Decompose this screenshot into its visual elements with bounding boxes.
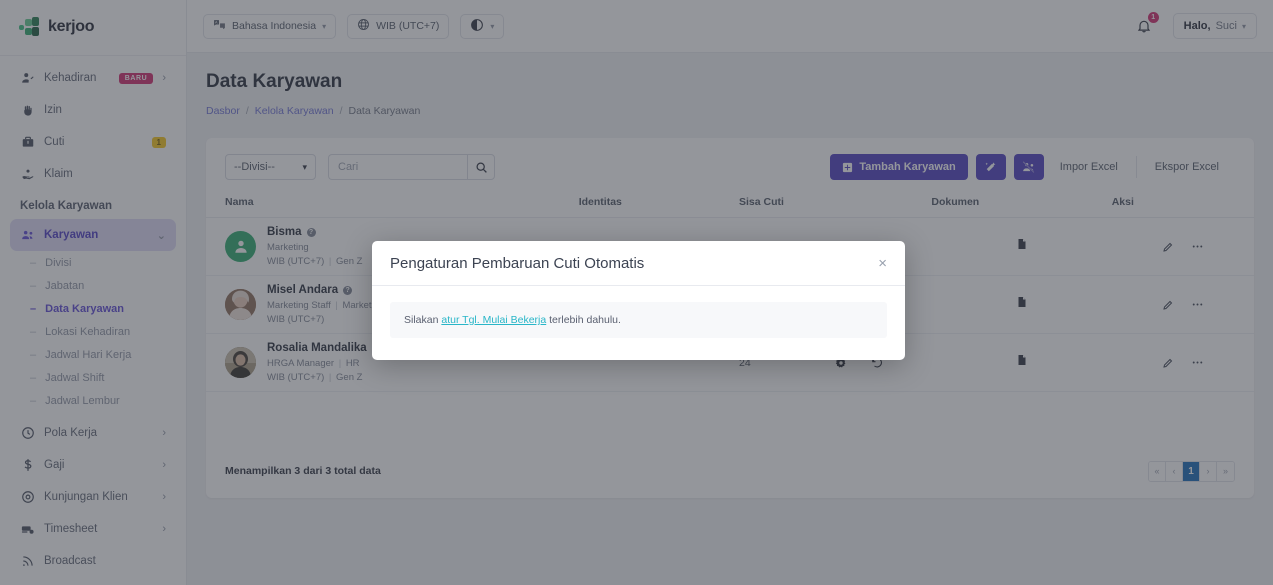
auto-leave-settings-modal: Pengaturan Pembaruan Cuti Otomatis × Sil…: [372, 241, 905, 360]
modal-header: Pengaturan Pembaruan Cuti Otomatis ×: [372, 241, 905, 286]
modal-title: Pengaturan Pembaruan Cuti Otomatis: [390, 255, 645, 272]
info-alert: Silakan atur Tgl. Mulai Bekerja terlebih…: [390, 302, 887, 338]
close-icon[interactable]: ×: [878, 256, 887, 271]
modal-body: Silakan atur Tgl. Mulai Bekerja terlebih…: [372, 286, 905, 360]
alert-suffix: terlebih dahulu.: [546, 314, 621, 326]
alert-prefix: Silakan: [404, 314, 442, 326]
alert-link[interactable]: atur Tgl. Mulai Bekerja: [441, 314, 546, 326]
